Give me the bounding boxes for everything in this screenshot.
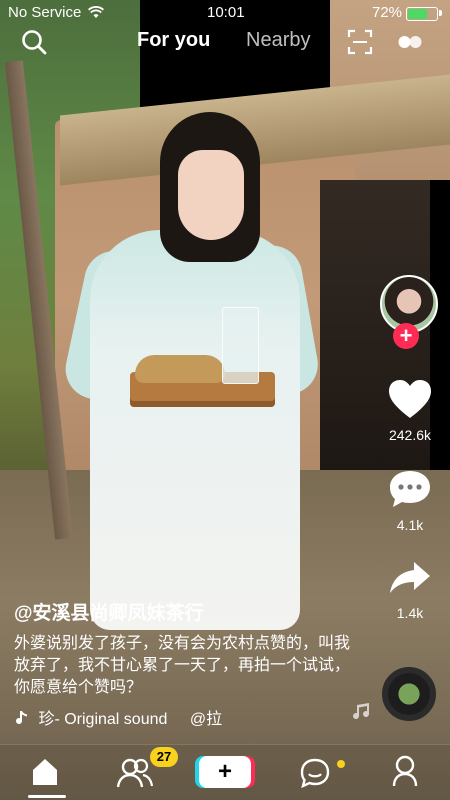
create-button[interactable]: + xyxy=(199,756,251,788)
carrier-label: No Service xyxy=(8,4,82,21)
inbox-icon[interactable] xyxy=(299,757,331,789)
battery-cap xyxy=(439,10,442,16)
music-note-icon xyxy=(16,711,27,724)
app-screen: No Service 10:01 72% For you Nearby + 24… xyxy=(0,0,450,800)
follow-plus-icon[interactable]: + xyxy=(393,323,419,349)
tab-nearby[interactable]: Nearby xyxy=(246,29,310,52)
person-face xyxy=(178,150,244,240)
profile-icon[interactable] xyxy=(390,754,420,788)
live-icon[interactable] xyxy=(396,28,424,56)
battery-icon xyxy=(406,7,438,21)
music-disc[interactable] xyxy=(382,667,436,721)
status-bar: No Service 10:01 72% xyxy=(0,0,450,26)
sound-extra-label: @拉 xyxy=(189,711,223,728)
water-glass xyxy=(222,307,259,384)
search-icon[interactable] xyxy=(20,28,48,56)
like-count: 242.6k xyxy=(388,427,432,443)
floating-notes-icon xyxy=(353,703,370,720)
comment-button[interactable]: 4.1k xyxy=(370,468,450,533)
share-button[interactable]: 1.4k xyxy=(370,558,450,621)
friends-badge: 27 xyxy=(150,747,178,767)
top-nav: For you Nearby xyxy=(0,26,450,60)
friends-icon[interactable] xyxy=(117,755,153,789)
wifi-icon xyxy=(88,6,104,18)
tab-for-you[interactable]: For you xyxy=(137,29,210,52)
share-arrow-icon xyxy=(390,562,430,593)
video-description: 外婆说别发了孩子，没有会为农村点赞的，叫我放弃了，我不甘心累了一天了，再拍一个试… xyxy=(14,635,351,696)
share-count: 1.4k xyxy=(396,605,424,621)
comment-count: 4.1k xyxy=(396,517,424,533)
battery-fill xyxy=(408,9,427,19)
clock-time: 10:01 xyxy=(207,4,245,21)
creator-username[interactable]: @安溪县尚卿凤妹茶行 xyxy=(14,598,364,625)
scan-icon[interactable] xyxy=(346,28,374,56)
comment-icon xyxy=(390,471,430,507)
heart-icon xyxy=(389,380,431,418)
person-dress xyxy=(90,230,300,630)
like-button[interactable]: 242.6k xyxy=(370,378,450,443)
battery-percent: 72% xyxy=(372,4,403,21)
basket-bowl xyxy=(135,355,225,383)
inbox-notification-dot xyxy=(337,760,345,768)
sound-label: 珍- Original sound xyxy=(38,711,168,728)
home-icon[interactable] xyxy=(30,757,60,787)
active-tab-indicator xyxy=(28,795,66,798)
sound-row[interactable]: 珍- Original sound @拉 xyxy=(14,705,364,729)
video-caption: @安溪县尚卿凤妹茶行 外婆说别发了孩子，没有会为农村点赞的，叫我放弃了，我不甘心… xyxy=(14,598,364,729)
